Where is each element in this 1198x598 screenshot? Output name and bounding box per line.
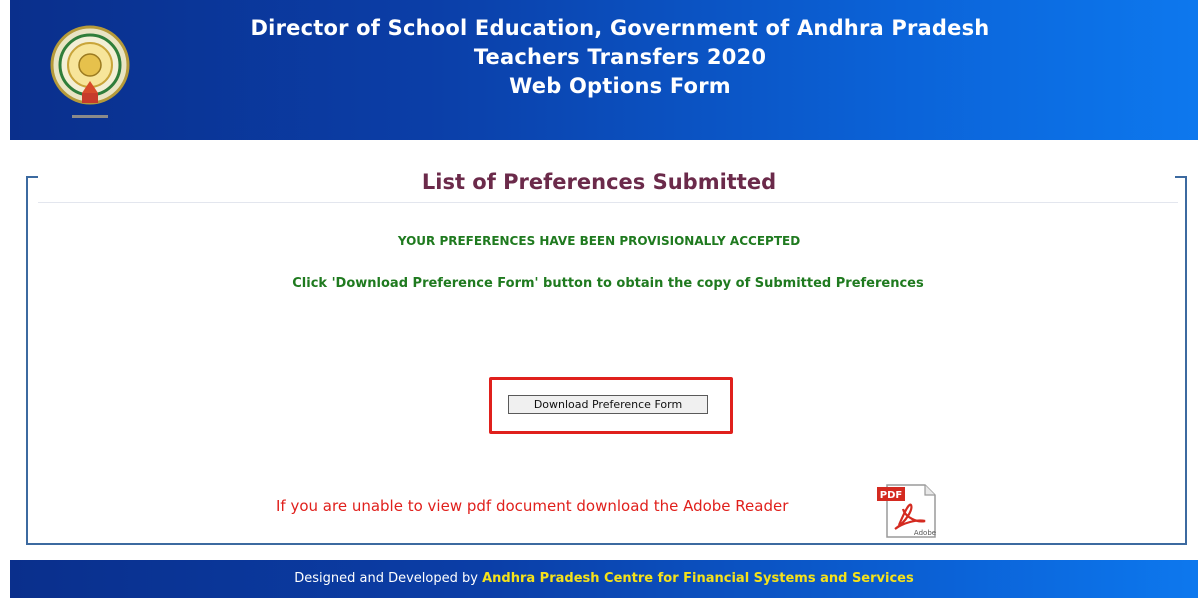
header-line-2: Teachers Transfers 2020 [473, 45, 767, 69]
panel-title-divider [38, 202, 1178, 203]
header-title-block: Director of School Education, Government… [250, 14, 990, 101]
footer-prefix: Designed and Developed by [294, 571, 478, 586]
adobe-reader-message: If you are unable to view pdf document d… [276, 497, 789, 515]
header-line-1: Director of School Education, Government… [250, 16, 990, 40]
footer-organization: Andhra Pradesh Centre for Financial Syst… [482, 571, 914, 586]
page-header: Director of School Education, Government… [10, 0, 1198, 140]
adobe-icon-label: Adobe [914, 529, 936, 537]
pdf-document-icon[interactable]: PDF Adobe [873, 481, 939, 539]
header-line-3: Web Options Form [509, 74, 731, 98]
andhra-pradesh-emblem-icon [50, 25, 130, 118]
download-preference-form-button[interactable]: Download Preference Form [508, 395, 708, 414]
panel-title: List of Preferences Submitted [421, 170, 777, 194]
pdf-icon-label: PDF [880, 490, 902, 501]
instruction-message: Click 'Download Preference Form' button … [292, 276, 924, 291]
status-message: YOUR PREFERENCES HAVE BEEN PROVISIONALLY… [397, 234, 801, 248]
page-footer: Designed and Developed by Andhra Pradesh… [10, 560, 1198, 598]
